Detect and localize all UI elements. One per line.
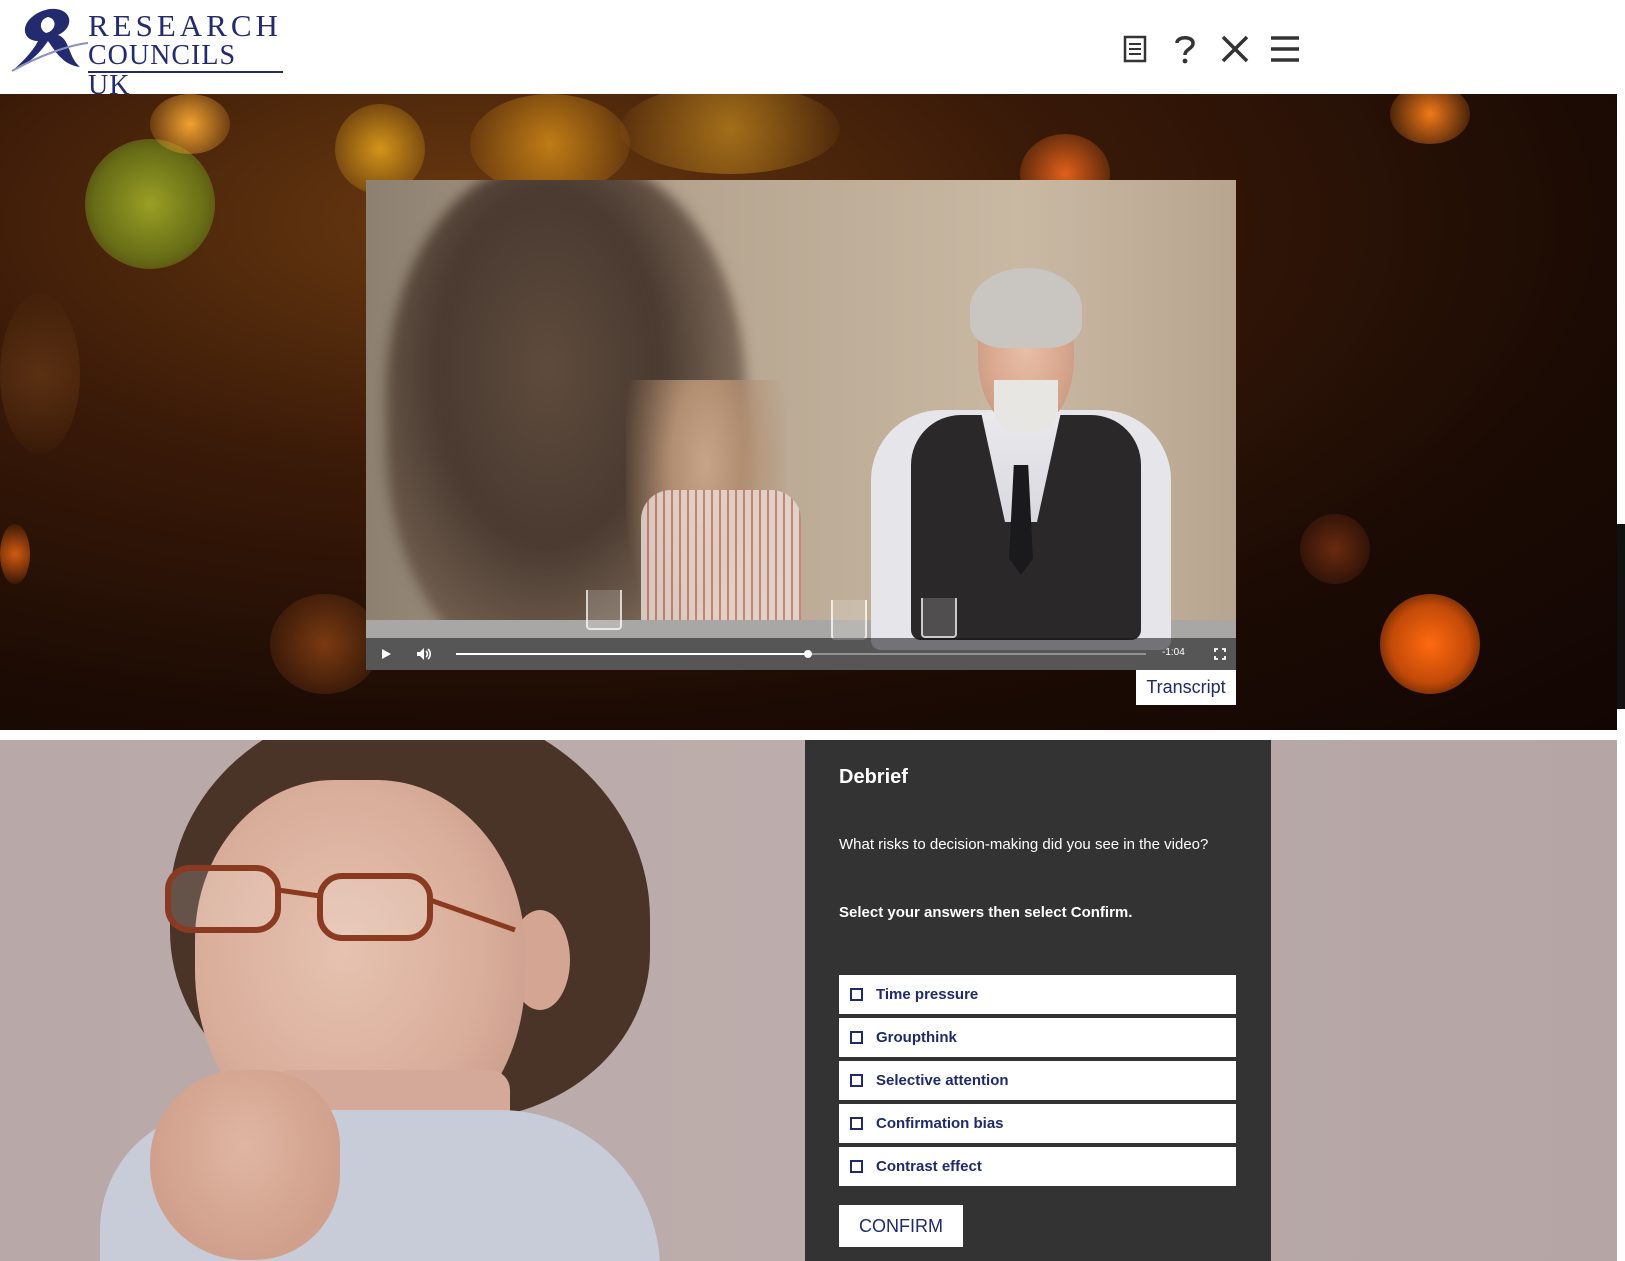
option-label: Contrast effect [876,1158,982,1175]
bokeh-light [1380,594,1480,694]
logo-swoosh-icon [11,8,89,72]
checkbox[interactable] [850,988,863,1001]
video-frame-man-beard [994,380,1058,432]
bokeh-light [1390,94,1470,144]
debrief-question: What risks to decision-making did you se… [839,836,1209,853]
answer-options: Time pressure Groupthink Selective atten… [839,975,1236,1190]
logo-line-1: RESEARCH [88,8,282,43]
bokeh-light [1300,514,1370,584]
video-frame-glass [586,590,622,630]
transcript-button[interactable]: Transcript [1136,670,1236,705]
bokeh-light [85,139,215,269]
play-icon[interactable] [370,638,402,670]
bokeh-light [620,94,840,174]
video-progress-bar[interactable] [456,650,1146,658]
document-icon[interactable] [1118,30,1152,68]
bokeh-light [0,294,80,454]
option-label: Time pressure [876,986,979,1003]
lower-section: Debrief What risks to decision-making di… [0,740,1617,1261]
header-toolbar [1118,30,1302,68]
option-selective-attention[interactable]: Selective attention [839,1061,1236,1100]
menu-icon[interactable] [1268,30,1302,68]
option-groupthink[interactable]: Groupthink [839,1018,1236,1057]
logo-wordmark: RESEARCH COUNCILS UK [88,8,282,101]
logo-underline [88,71,283,73]
photo-hand [150,1070,340,1260]
research-councils-uk-logo[interactable]: RESEARCH COUNCILS UK [10,5,283,101]
header: RESEARCH COUNCILS UK [0,0,1625,101]
right-scrollbar[interactable] [1617,94,1625,730]
volume-icon[interactable] [408,638,440,670]
checkbox[interactable] [850,1031,863,1044]
video-frame-glass [921,598,957,638]
option-label: Confirmation bias [876,1115,1004,1132]
video-frame-glass [831,600,867,640]
video-progress-handle[interactable] [803,650,812,658]
woman-photo [0,740,805,1261]
checkbox[interactable] [850,1074,863,1087]
video-controls: -1:04 [366,638,1236,670]
bokeh-light [470,94,630,194]
video-progress-fill [456,653,808,655]
option-time-pressure[interactable]: Time pressure [839,975,1236,1014]
scrollbar-thumb[interactable] [1617,524,1625,709]
close-icon[interactable] [1218,30,1252,68]
debrief-title: Debrief [839,766,908,788]
option-label: Groupthink [876,1029,957,1046]
debrief-instruction: Select your answers then select Confirm. [839,904,1133,921]
checkbox[interactable] [850,1117,863,1130]
help-icon[interactable] [1168,30,1202,68]
video-time-remaining: -1:04 [1162,647,1185,658]
fullscreen-icon[interactable] [1204,638,1236,670]
option-label: Selective attention [876,1072,1009,1089]
checkbox[interactable] [850,1160,863,1173]
debrief-panel: Debrief What risks to decision-making di… [805,740,1271,1261]
bokeh-light [270,594,380,694]
option-confirmation-bias[interactable]: Confirmation bias [839,1104,1236,1143]
bokeh-light [150,94,230,154]
photo-glasses [165,865,516,941]
option-contrast-effect[interactable]: Contrast effect [839,1147,1236,1186]
video-player[interactable] [366,180,1236,670]
confirm-button[interactable]: CONFIRM [839,1205,963,1247]
video-frame-man-hair [970,268,1082,348]
bokeh-light [0,524,30,584]
